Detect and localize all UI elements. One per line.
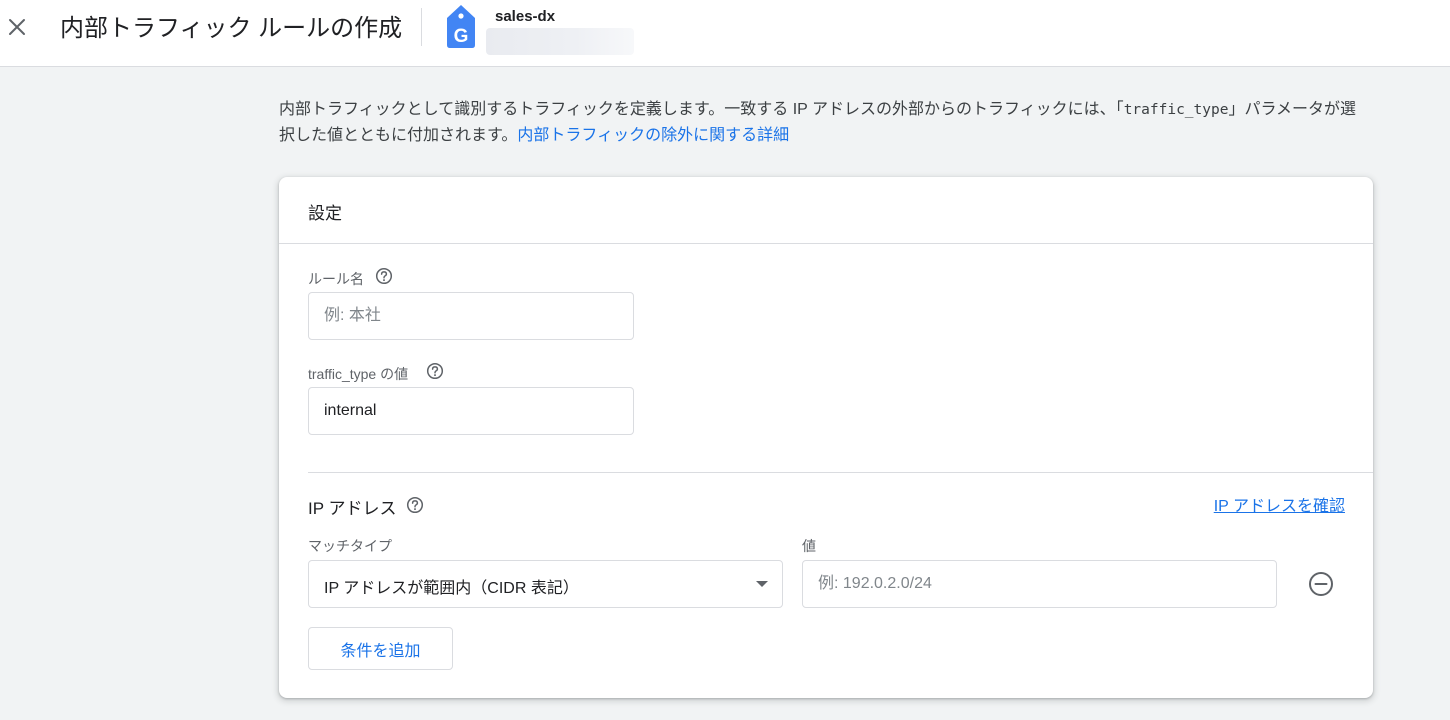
add-condition-button[interactable]: 条件を追加	[308, 627, 453, 670]
account-id-redacted	[486, 28, 634, 55]
settings-card: 設定 ルール名 traffic_type の値 IP アドレス IP アドレスを…	[279, 177, 1373, 698]
traffic-type-input[interactable]	[308, 387, 634, 435]
top-app-bar: 内部トラフィック ルールの作成 G sales-dx	[0, 0, 1450, 67]
property-name[interactable]: sales-dx	[495, 8, 555, 25]
close-icon[interactable]	[4, 14, 30, 40]
rule-name-label: ルール名	[308, 271, 364, 287]
title-divider	[421, 8, 422, 46]
intro-description: 内部トラフィックとして識別するトラフィックを定義します。一致する IP アドレス…	[279, 97, 1369, 148]
match-type-label: マッチタイプ	[308, 538, 392, 554]
rule-name-input[interactable]	[308, 292, 634, 340]
traffic-type-label: traffic_type の値	[308, 366, 409, 382]
intro-text: 内部トラフィックとして識別するトラフィックを定義します。一致する IP アドレス…	[279, 101, 1124, 118]
value-label: 値	[802, 538, 816, 554]
help-icon[interactable]	[426, 362, 444, 380]
ip-value-input[interactable]	[802, 560, 1277, 608]
section-divider	[308, 472, 1373, 473]
logo-letter: G	[454, 26, 469, 47]
check-ip-link[interactable]: IP アドレスを確認	[1214, 492, 1345, 516]
match-type-value: IP アドレスが範囲内（CIDR 表記）	[324, 580, 579, 597]
page-title: 内部トラフィック ルールの作成	[60, 15, 403, 42]
settings-title: 設定	[308, 204, 342, 223]
match-type-select[interactable]: IP アドレスが範囲内（CIDR 表記）	[308, 560, 783, 608]
card-header: 設定	[279, 177, 1373, 244]
google-tag-icon: G	[447, 5, 475, 48]
ip-address-title: IP アドレス	[308, 499, 397, 518]
dropdown-arrow-icon	[756, 581, 768, 587]
intro-code: traffic_type	[1123, 102, 1229, 118]
help-icon[interactable]	[375, 267, 393, 285]
learn-more-link[interactable]: 内部トラフィックの除外に関する詳細	[517, 127, 789, 144]
help-icon[interactable]	[406, 496, 424, 514]
remove-circle-icon[interactable]	[1307, 570, 1335, 598]
